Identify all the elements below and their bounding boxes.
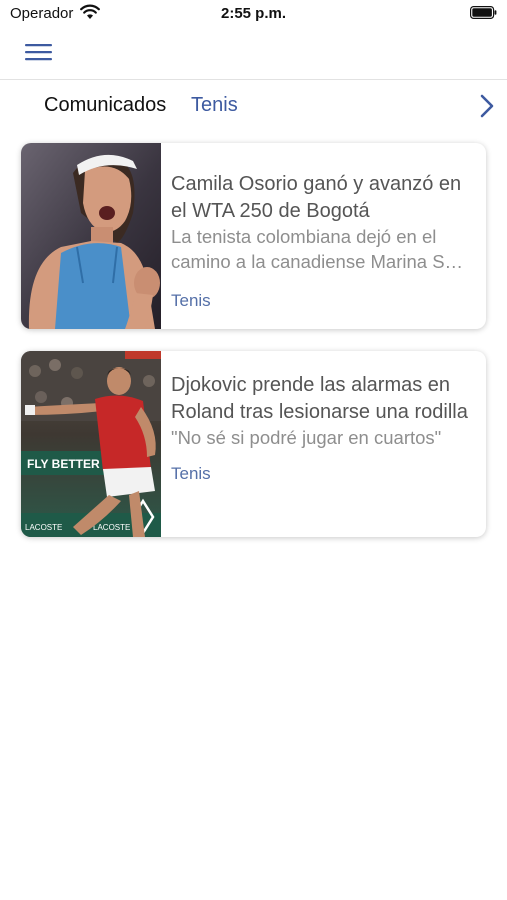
category-tabs: Comunicados Tenis [0,80,507,132]
article-summary: "No sé si podré jugar en cuartos" [171,427,442,448]
article-headline[interactable]: Djokovic prende las alarmas en Roland tr… [171,372,474,425]
article-text: Camila Osorio ganó y avanzó en el WTA 25… [171,171,474,311]
top-nav [0,30,507,80]
tab-tenis[interactable]: Tenis [191,94,238,117]
article-headline[interactable]: Camila Osorio ganó y avanzó en el WTA 25… [171,171,474,224]
sign-lacoste-left: LACOSTE [25,523,62,532]
sign-fly-better: FLY BETTER [27,457,100,471]
tennis-player-photo [21,143,161,329]
article-thumbnail: FLY BETTER LACOSTE LACOSTE [21,351,161,537]
article-category[interactable]: Tenis [171,291,474,311]
app-screen: Operador 2:55 p.m. Comunicados Tenis Cam… [0,0,507,900]
news-card[interactable]: FLY BETTER LACOSTE LACOSTE Djokovic pren… [21,351,486,537]
chevron-right-icon[interactable] [479,94,495,118]
article-text: Djokovic prende las alarmas en Roland tr… [171,372,474,484]
hamburger-menu-icon[interactable] [24,41,54,63]
article-summary: La tenista colombiana dejó en el camino … [171,226,464,272]
article-category[interactable]: Tenis [171,464,474,484]
tab-comunicados[interactable]: Comunicados [44,94,166,117]
article-thumbnail [21,143,161,329]
news-card[interactable]: Camila Osorio ganó y avanzó en el WTA 25… [21,143,486,329]
clock: 2:55 p.m. [220,5,287,22]
battery-icon [470,6,497,19]
sign-lacoste-right: LACOSTE [93,523,130,532]
status-bar: Operador 2:55 p.m. [0,0,507,30]
tennis-player-photo: FLY BETTER LACOSTE LACOSTE [21,351,161,537]
